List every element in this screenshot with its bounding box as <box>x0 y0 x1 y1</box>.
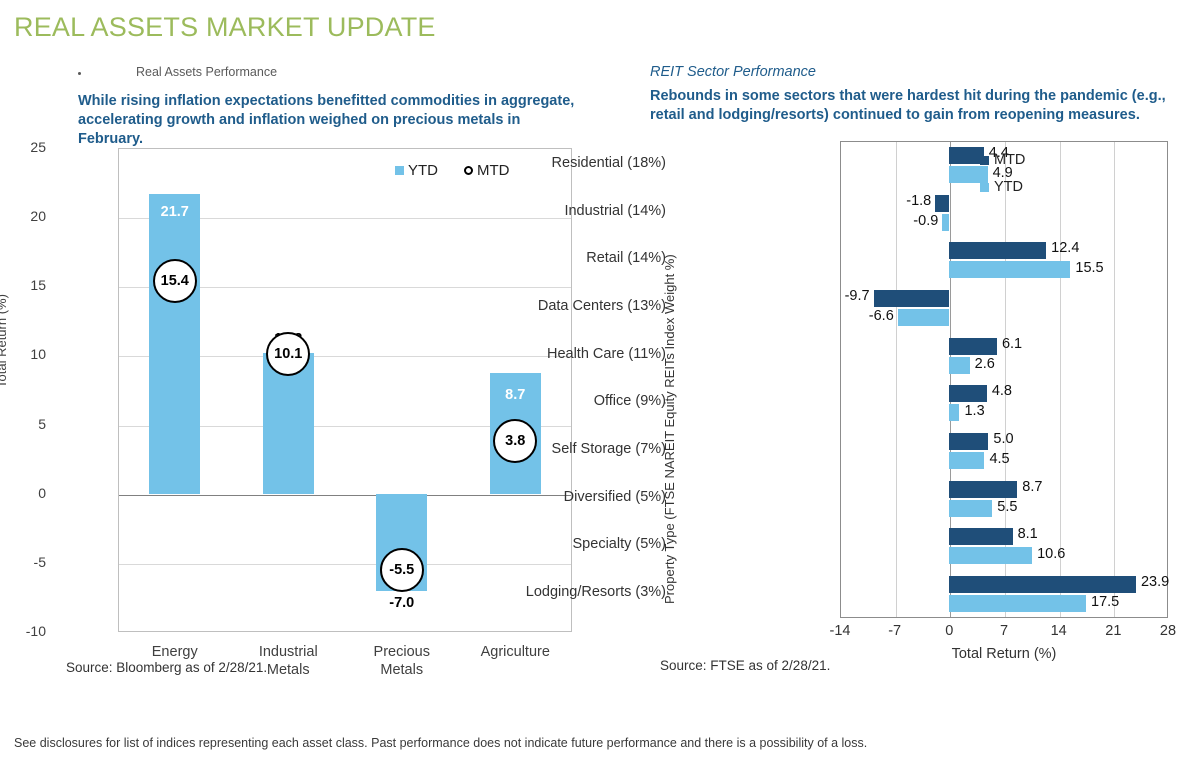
right-data-label-ytd: -6.6 <box>868 307 894 324</box>
right-data-label-mtd: 23.9 <box>1140 574 1170 591</box>
right-data-label-ytd: 2.6 <box>974 355 995 372</box>
left-mtd-marker: 15.4 <box>152 258 197 303</box>
left-y-tick: 10 <box>30 346 46 363</box>
right-gridline <box>895 142 897 617</box>
right-data-label-mtd: -9.7 <box>844 287 870 304</box>
left-x-category: Agriculture <box>480 644 550 660</box>
legend-label: YTD <box>994 179 1023 195</box>
right-bar-ytd <box>949 595 1086 613</box>
right-bar-ytd <box>949 261 1071 279</box>
right-data-label-mtd: 8.1 <box>1017 526 1038 543</box>
right-bar-mtd <box>949 433 989 451</box>
left-bar-ytd <box>149 193 201 494</box>
left-y-tick: 0 <box>38 484 46 501</box>
right-data-label-mtd: 6.1 <box>1001 335 1023 352</box>
page-title: REAL ASSETS MARKET UPDATE <box>14 12 436 42</box>
right-bar-mtd <box>949 242 1047 260</box>
left-y-tick: -10 <box>25 623 46 639</box>
left-mtd-marker: 10.1 <box>266 332 311 377</box>
right-bar-ytd <box>897 308 950 326</box>
right-bar-ytd <box>949 404 960 422</box>
right-data-label-ytd: 10.6 <box>1037 546 1066 563</box>
real-assets-performance-chart: Total Return (%) YTD MTD 25 20 15 10 5 0 -5 -10… <box>0 138 628 718</box>
right-data-label-ytd: 1.3 <box>964 403 985 420</box>
left-y-tick: -5 <box>33 553 46 570</box>
right-y-category: Health Care (11%) <box>546 345 666 362</box>
right-data-label-ytd: -0.9 <box>913 212 939 229</box>
legend-label: MTD <box>994 152 1026 168</box>
right-y-category: Office (9%) <box>593 393 666 410</box>
right-x-tick: 7 <box>999 623 1009 639</box>
left-y-tick: 5 <box>38 415 46 432</box>
right-data-label-mtd: -1.8 <box>906 192 932 209</box>
right-x-axis-label: Total Return (%) <box>951 646 1057 662</box>
right-plot-area <box>840 141 1168 618</box>
right-y-category: Residential (18%) <box>551 154 666 171</box>
right-y-category: Retail (14%) <box>586 250 666 267</box>
right-bar-ytd <box>949 547 1033 565</box>
right-panel: REIT Sector Performance Rebounds in some… <box>526 56 1200 716</box>
right-x-tick: 28 <box>1159 623 1177 639</box>
right-y-category: Lodging/Resorts (3%) <box>525 584 666 601</box>
left-gridline <box>119 563 571 565</box>
slide-canvas: REAL ASSETS MARKET UPDATE Real Assets Pe… <box>0 0 1200 764</box>
right-data-label-mtd: 8.7 <box>1022 478 1043 495</box>
left-y-tick: 25 <box>30 139 46 155</box>
right-legend-item-mtd: MTD <box>980 152 1025 168</box>
right-legend-item-ytd: YTD <box>980 179 1023 195</box>
right-bar-mtd <box>949 576 1136 594</box>
left-y-tick: 15 <box>30 277 46 294</box>
legend-square-icon <box>395 166 404 175</box>
right-data-label-ytd: 17.5 <box>1091 594 1120 611</box>
right-y-category: Data Centers (13%) <box>537 297 666 314</box>
right-bar-mtd <box>949 146 984 164</box>
right-gridline <box>1114 142 1116 617</box>
right-bar-ytd <box>949 499 993 517</box>
right-data-label-mtd: 5.0 <box>993 431 1014 448</box>
right-y-category: Diversified (5%) <box>563 488 666 505</box>
right-y-category: Industrial (14%) <box>564 202 666 219</box>
right-source-note: Source: FTSE as of 2/28/21. <box>660 658 831 673</box>
disclosure-text: See disclosures for list of indices repr… <box>14 736 868 750</box>
right-data-label-ytd: 15.5 <box>1075 260 1104 277</box>
right-data-label-mtd: 4.8 <box>991 383 1012 400</box>
right-x-tick: 21 <box>1105 623 1122 639</box>
right-data-label-mtd: 12.4 <box>1051 240 1080 257</box>
legend-item-ytd: YTD <box>395 162 438 179</box>
right-bar-mtd <box>873 289 950 307</box>
bullet-row: Real Assets Performance <box>78 65 518 83</box>
right-x-tick: -14 <box>829 623 851 639</box>
legend-label-ytd: YTD <box>408 162 438 179</box>
left-data-label-ytd: -7.0 <box>389 594 415 611</box>
right-subhead: Rebounds in some sectors that were harde… <box>650 88 1166 124</box>
right-bar-mtd <box>949 337 997 355</box>
right-data-label-ytd: 5.5 <box>997 498 1018 515</box>
right-gridline <box>950 142 952 617</box>
right-bar-ytd <box>949 356 970 374</box>
left-y-tick: 20 <box>30 208 46 225</box>
right-y-category: Specialty (5%) <box>572 536 666 553</box>
legend-square-icon <box>980 182 989 192</box>
right-x-tick: 0 <box>945 623 954 639</box>
right-x-tick: -7 <box>888 623 902 639</box>
left-chart-eyebrow: Real Assets Performance <box>136 65 278 79</box>
right-gridline <box>1005 142 1006 617</box>
right-x-tick: 14 <box>1050 623 1067 639</box>
right-bar-ytd <box>949 452 985 470</box>
right-bar-ytd <box>942 213 950 231</box>
legend-square-icon <box>980 155 989 165</box>
left-data-label-ytd: 21.7 <box>160 203 189 220</box>
right-bar-mtd <box>949 528 1013 546</box>
right-data-label-ytd: 4.5 <box>989 451 1010 468</box>
bullet-dot-icon <box>78 72 81 75</box>
right-bar-mtd <box>949 385 987 403</box>
right-chart-eyebrow: REIT Sector Performance <box>650 64 816 80</box>
left-source-note: Source: Bloomberg as of 2/28/21. <box>66 660 268 675</box>
right-y-category: Self Storage (7%) <box>551 441 666 458</box>
left-y-axis-label: Total Return (%) <box>0 294 9 388</box>
right-bar-mtd <box>949 480 1018 498</box>
right-bar-mtd <box>935 194 950 212</box>
reit-sector-performance-chart: Property Type (FTSE NAREIT Equity REITs … <box>526 134 1200 714</box>
left-mtd-marker: -5.5 <box>379 547 424 592</box>
